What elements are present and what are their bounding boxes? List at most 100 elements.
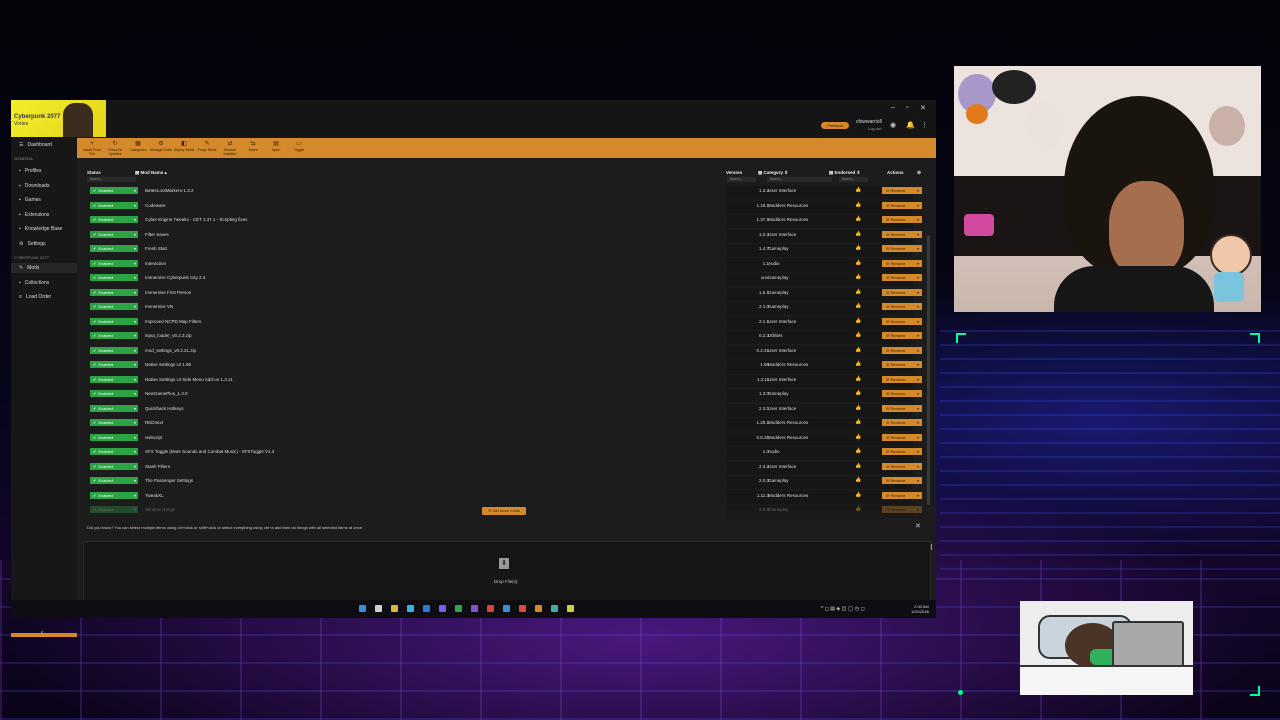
table-row[interactable]: ✔ Enabled ▾ Filter Saves 1.0.2 User Interface… (87, 229, 925, 243)
endorse-thumb-icon[interactable]: 👍 (855, 260, 861, 267)
endorse-thumb-icon[interactable]: 👍 (855, 318, 861, 325)
column-settings-icon[interactable]: ⚙ (917, 170, 921, 176)
status-dropdown[interactable]: ✔ Enabled ▾ (90, 274, 138, 281)
sidebar-item-downloads[interactable]: ▪ Downloads (19, 183, 50, 189)
remove-button[interactable]: ⊘ Remove ▾ (882, 477, 922, 484)
taskbar-app-icon[interactable] (423, 605, 430, 612)
status-filter[interactable]: Select... (87, 177, 136, 182)
taskbar-app-icon[interactable] (439, 605, 446, 612)
table-row[interactable]: ✔ Enabled ▾ Immersive VN 2.1.0 Gameplay 👍 ⊘ Rem… (87, 302, 925, 315)
taskbar-app-icon[interactable] (487, 605, 494, 612)
status-dropdown[interactable]: ✔ Enabled ▾ (90, 361, 138, 368)
table-row[interactable]: ✔ Enabled ▾ Immersive First Person 1.5.1 Game… (87, 287, 925, 301)
drop-zone[interactable]: ⬇ Drop File(s) (83, 541, 931, 601)
status-dropdown[interactable]: ✔ Enabled ▾ (90, 187, 138, 194)
remove-button[interactable]: ⊘ Remove ▾ (882, 187, 922, 194)
remove-button[interactable]: ⊘ Remove ▾ (882, 317, 922, 325)
taskbar-app-icon[interactable] (407, 605, 414, 612)
remove-button[interactable]: ⊘ Remove ▾ (882, 506, 922, 513)
minimize-icon[interactable]: – (891, 104, 895, 111)
remove-button[interactable]: ⊘ Remove ▾ (882, 375, 922, 383)
taskbar-app-icon[interactable] (391, 605, 398, 612)
endorse-thumb-icon[interactable]: 👍 (855, 231, 861, 238)
status-dropdown[interactable]: ✔ Enabled ▾ (90, 259, 138, 267)
table-row[interactable]: ✔ Enabled ▾ BetterLootMarkers-1.3.2 1.3.2 Use… (87, 186, 925, 199)
taskbar-app-icon[interactable] (535, 605, 542, 612)
table-row[interactable]: ✔ Enabled ▾ SFX Toggle (Mute Sounds and Com… (87, 447, 925, 460)
notifications-icon[interactable]: 🔔 (906, 121, 915, 129)
endorse-thumb-icon[interactable]: 👍 (855, 419, 861, 426)
sidebar-item-settings[interactable]: ⚙ Settings (19, 241, 46, 247)
taskbar-app-icon[interactable] (551, 605, 558, 612)
table-row[interactable]: ✔ Enabled ▾ Interaction 1.1 Audio 👍 ⊘ Remove ▾ (87, 258, 925, 272)
table-row[interactable]: ✔ Enabled ▾ NewGamePlus_1.3.0 1.3.0 Gameplay 👍… (87, 389, 925, 402)
sidebar-item-dashboard[interactable]: ☰ Dashboard (19, 142, 52, 148)
table-row[interactable]: ✔ Enabled ▾ redscript 0.5.31 Modders Resource… (87, 432, 925, 446)
remove-button[interactable]: ⊘ Remove ▾ (882, 361, 922, 368)
table-row[interactable]: ✔ Enabled ▾ Improved NCPD Map Filters 2.1.1 U… (87, 316, 925, 330)
sidebar-collapse-bar[interactable]: ‹ (11, 630, 77, 637)
status-dropdown[interactable]: ✔ Enabled ▾ (90, 230, 138, 238)
table-row[interactable]: ✔ Enabled ▾ Immersive Cyberpunk City 2.3 unv… (87, 273, 925, 286)
taskbar-app-icon[interactable] (519, 605, 526, 612)
col-header-mod-name[interactable]: ▤ Mod Name ▴ (135, 170, 167, 176)
toolbar-button-2[interactable]: ▦ Categories (126, 141, 150, 152)
close-icon[interactable]: ✕ (920, 104, 926, 112)
col-header-category[interactable]: ▤ Category ⇕ (758, 170, 788, 176)
endorse-thumb-icon[interactable]: 👍 (855, 448, 861, 455)
status-dropdown[interactable]: ✔ Enabled ▾ (90, 346, 138, 354)
endorse-thumb-icon[interactable]: 👍 (855, 303, 861, 310)
remove-button[interactable]: ⊘ Remove ▾ (882, 303, 922, 310)
endorse-thumb-icon[interactable]: 👍 (855, 274, 861, 281)
table-row[interactable]: ✔ Enabled ▾ input_loader_v0.2.3.zip 0.2.3 Uti… (87, 331, 925, 344)
status-dropdown[interactable]: ✔ Enabled ▾ (90, 201, 138, 209)
toolbar-button-5[interactable]: ✎ Purge Mods (195, 141, 219, 152)
toolbar-button-7[interactable]: ⇆ Share (241, 141, 265, 152)
remove-button[interactable]: ⊘ Remove ▾ (882, 201, 922, 209)
endorse-thumb-icon[interactable]: 👍 (855, 202, 861, 209)
remove-button[interactable]: ⊘ Remove ▾ (882, 390, 922, 397)
status-dropdown[interactable]: ✔ Enabled ▾ (90, 317, 138, 325)
endorsed-filter[interactable]: Select... (839, 177, 868, 182)
remove-button[interactable]: ⊘ Remove ▾ (882, 462, 922, 470)
toolbar-button-6[interactable]: ⇄ Restore Installed (218, 141, 242, 156)
username[interactable]: chiwwarrioll (856, 119, 882, 125)
user-avatar-icon[interactable]: ◉ (890, 121, 896, 129)
status-dropdown[interactable]: ✔ Enabled ▾ (90, 390, 138, 397)
endorse-thumb-icon[interactable]: 👍 (855, 463, 861, 470)
taskbar-app-icon[interactable] (567, 605, 574, 612)
toolbar-button-3[interactable]: ⚙ Manage Rules (149, 141, 173, 152)
taskbar-app-icon[interactable] (455, 605, 462, 612)
status-dropdown[interactable]: ✔ Enabled ▾ (90, 332, 138, 339)
sidebar-item-profiles[interactable]: ▪ Profiles (19, 168, 41, 174)
table-row[interactable]: ✔ Enabled ▾ Native Settings UI Side Menu Ad… (87, 374, 925, 388)
status-dropdown[interactable]: ✔ Enabled ▾ (90, 506, 138, 513)
endorse-thumb-icon[interactable]: 👍 (855, 289, 861, 296)
sidebar-item-games[interactable]: ▪ Games (19, 197, 41, 203)
sidebar-item-collections[interactable]: ▪ Collections (19, 280, 49, 286)
endorse-thumb-icon[interactable]: 👍 (855, 492, 861, 499)
get-more-mods-button[interactable]: ✕ Get more mods (482, 507, 526, 515)
remove-button[interactable]: ⊘ Remove ▾ (882, 288, 922, 296)
category-filter[interactable]: Select... (767, 177, 832, 182)
version-filter[interactable]: Select... (727, 177, 756, 182)
table-row[interactable]: ✔ Enabled ▾ Native Settings UI 1.96 1.96 Modd… (87, 360, 925, 373)
remove-button[interactable]: ⊘ Remove ▾ (882, 491, 922, 499)
premium-badge[interactable]: Premium (821, 122, 849, 129)
endorse-thumb-icon[interactable]: 👍 (855, 187, 861, 194)
table-row[interactable]: ✔ Enabled ▾ Cyber Engine Tweaks - CET 1.37.… (87, 215, 925, 228)
remove-button[interactable]: ⊘ Remove ▾ (882, 332, 922, 339)
col-header-status[interactable]: Status (87, 170, 101, 175)
remove-button[interactable]: ⊘ Remove ▾ (882, 433, 922, 441)
endorse-thumb-icon[interactable]: 👍 (855, 477, 861, 484)
table-row[interactable]: ✔ Enabled ▾ TweakXL 1.11.3 Modders Resources 👍… (87, 490, 925, 504)
toolbar-button-4[interactable]: ◧ Deploy Mods (172, 141, 196, 152)
endorse-thumb-icon[interactable]: 👍 (855, 376, 861, 383)
sidebar-item-knowledge-base[interactable]: ▪ Knowledge Base (19, 226, 62, 232)
endorse-thumb-icon[interactable]: 👍 (855, 216, 861, 223)
sidebar-item-load-order[interactable]: ≡ Load Order (19, 294, 51, 300)
endorse-thumb-icon[interactable]: 👍 (855, 390, 861, 397)
remove-button[interactable]: ⊘ Remove ▾ (882, 448, 922, 455)
endorse-thumb-icon[interactable]: 👍 (855, 361, 861, 368)
remove-button[interactable]: ⊘ Remove ▾ (882, 346, 922, 354)
